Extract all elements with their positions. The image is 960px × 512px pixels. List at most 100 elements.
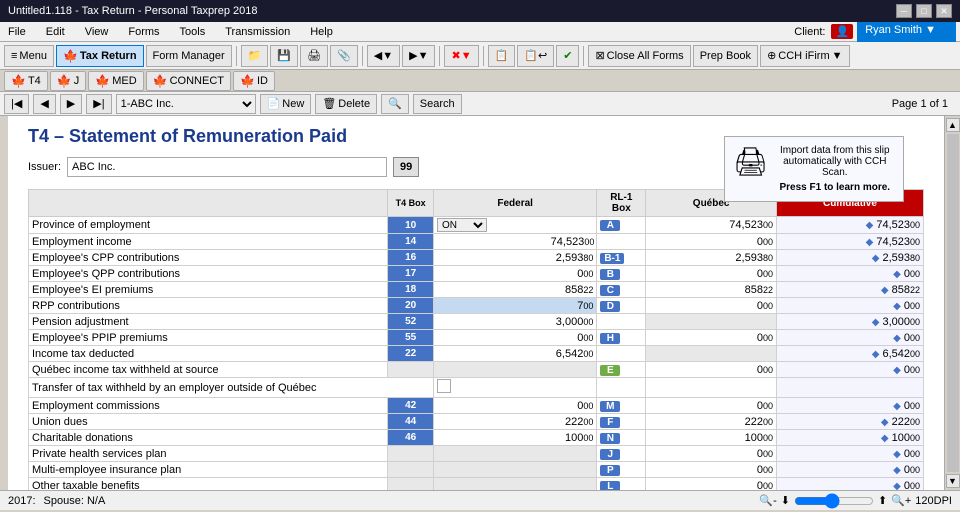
tab-j[interactable]: 🍁 J: [50, 71, 86, 91]
zoom-in-icon[interactable]: 🔍+: [891, 494, 911, 507]
table-row: Employee's EI premiums 18 85822 C 85822 …: [29, 282, 924, 298]
federal-cell[interactable]: 000: [434, 398, 597, 414]
issuer-input[interactable]: [67, 157, 387, 177]
client-selector[interactable]: 👤 Ryan Smith ▼: [831, 22, 956, 42]
nav-forward[interactable]: ▶: [60, 94, 82, 114]
menu-file[interactable]: File: [4, 25, 30, 39]
scroll-up-button[interactable]: ▲: [946, 118, 960, 132]
cumulative-cell: ◆ 2,59380: [776, 250, 923, 266]
tab-id[interactable]: 🍁 ID: [233, 71, 275, 91]
star-icon[interactable]: ◆: [893, 269, 901, 280]
minimize-button[interactable]: ─: [896, 4, 912, 18]
federal-cell[interactable]: 3,00000: [434, 314, 597, 330]
federal-cell[interactable]: [434, 378, 597, 398]
nav-dropdown[interactable]: 1-ABC Inc.: [116, 94, 256, 114]
print-button[interactable]: 🖨: [300, 45, 328, 67]
menu-view[interactable]: View: [81, 25, 113, 39]
menu-icon: ≡: [11, 50, 17, 62]
page-indicator: Page 1 of 1: [892, 98, 956, 110]
client-dropdown[interactable]: Ryan Smith ▼: [857, 22, 956, 42]
zoom-slider[interactable]: [794, 493, 874, 509]
copy-button[interactable]: 📋: [488, 45, 516, 67]
star-icon[interactable]: ◆: [893, 481, 901, 491]
box-99-button[interactable]: 99: [393, 157, 419, 177]
form-manager-button[interactable]: Form Manager: [146, 45, 232, 67]
star-icon[interactable]: ◆: [893, 465, 901, 476]
federal-cell[interactable]: 2,59380: [434, 250, 597, 266]
paperclip-button[interactable]: 📎: [330, 45, 358, 67]
province-select[interactable]: ON: [437, 218, 487, 232]
federal-cell[interactable]: ON: [434, 217, 597, 234]
zoom-down-arrow[interactable]: ⬇: [781, 494, 790, 507]
star-icon[interactable]: ◆: [893, 301, 901, 312]
menu-help[interactable]: Help: [306, 25, 337, 39]
separator: [236, 46, 237, 66]
star-icon[interactable]: ◆: [893, 365, 901, 376]
menu-transmission[interactable]: Transmission: [221, 25, 294, 39]
federal-cell[interactable]: 000: [434, 330, 597, 346]
prep-book-button[interactable]: Prep Book: [693, 45, 758, 67]
table-row: Employee's CPP contributions 16 2,59380 …: [29, 250, 924, 266]
folder-button[interactable]: 📁: [241, 45, 269, 67]
star-icon[interactable]: ◆: [866, 237, 874, 248]
federal-cell[interactable]: 85822: [434, 282, 597, 298]
rl1-box: [597, 314, 646, 330]
new-button[interactable]: 📄 New: [260, 94, 312, 114]
star-icon[interactable]: ◆: [866, 220, 874, 231]
scrollbar-right[interactable]: ▲ ▼: [944, 116, 960, 490]
col-header-rl1: RL-1 Box: [597, 190, 646, 217]
tab-connect[interactable]: 🍁 CONNECT: [146, 71, 231, 91]
federal-cell[interactable]: 10000: [434, 430, 597, 446]
delete-icon: 🗑: [322, 97, 336, 110]
paste-button[interactable]: 📋↩: [517, 45, 554, 67]
close-button[interactable]: ✕: [936, 4, 952, 18]
star-icon[interactable]: ◆: [881, 285, 889, 296]
federal-cell[interactable]: 000: [434, 266, 597, 282]
federal-cell[interactable]: 700: [434, 298, 597, 314]
nav-back-back[interactable]: |◀: [4, 94, 29, 114]
scroll-down-button[interactable]: ▼: [946, 474, 960, 488]
save-button[interactable]: 💾: [270, 45, 298, 67]
maple-leaf-connect-icon: 🍁: [153, 74, 168, 88]
transfer-checkbox[interactable]: [437, 379, 451, 393]
menu-button[interactable]: ≡ Menu: [4, 45, 54, 67]
star-icon[interactable]: ◆: [872, 253, 880, 264]
star-icon[interactable]: ◆: [872, 349, 880, 360]
x-button[interactable]: ✖▼: [444, 45, 478, 67]
star-icon[interactable]: ◆: [893, 449, 901, 460]
federal-cell[interactable]: 74,52300: [434, 234, 597, 250]
close-all-button[interactable]: ⊠ Close All Forms: [588, 45, 690, 67]
tax-return-button[interactable]: 🍁 Tax Return: [56, 45, 144, 67]
box-number: 22: [388, 346, 434, 362]
arrow-right-button[interactable]: ▶▼: [402, 45, 435, 67]
rl1-box: [597, 378, 646, 398]
cch-firm-button[interactable]: ⊕ CCH iFirm ▼: [760, 45, 849, 67]
star-icon[interactable]: ◆: [881, 417, 889, 428]
rl1-box: M: [597, 398, 646, 414]
tab-med[interactable]: 🍁 MED: [88, 71, 143, 91]
maximize-button[interactable]: □: [916, 4, 932, 18]
rl1-badge: H: [600, 333, 620, 344]
title-bar: Untitled1.118 - Tax Return - Personal Ta…: [0, 0, 960, 22]
window-controls[interactable]: ─ □ ✕: [896, 4, 952, 18]
star-icon[interactable]: ◆: [893, 333, 901, 344]
menu-forms[interactable]: Forms: [124, 25, 163, 39]
nav-forward-forward[interactable]: ▶|: [86, 94, 111, 114]
menu-tools[interactable]: Tools: [176, 25, 210, 39]
search-button[interactable]: Search: [413, 94, 462, 114]
zoom-up-arrow[interactable]: ⬆: [878, 494, 887, 507]
quebec-cell: 000: [646, 234, 777, 250]
find-button[interactable]: 🔍: [381, 94, 409, 114]
check-button[interactable]: ✔: [556, 45, 579, 67]
star-icon[interactable]: ◆: [881, 433, 889, 444]
nav-back[interactable]: ◀: [33, 94, 55, 114]
federal-cell[interactable]: 6,54200: [434, 346, 597, 362]
federal-cell[interactable]: 22200: [434, 414, 597, 430]
star-icon[interactable]: ◆: [872, 317, 880, 328]
zoom-out-icon[interactable]: 🔍-: [759, 494, 776, 507]
tab-t4[interactable]: 🍁 T4: [4, 71, 48, 91]
star-icon[interactable]: ◆: [893, 401, 901, 412]
delete-button[interactable]: 🗑 Delete: [315, 94, 377, 114]
arrow-left-button[interactable]: ◀▼: [367, 45, 400, 67]
menu-edit[interactable]: Edit: [42, 25, 69, 39]
